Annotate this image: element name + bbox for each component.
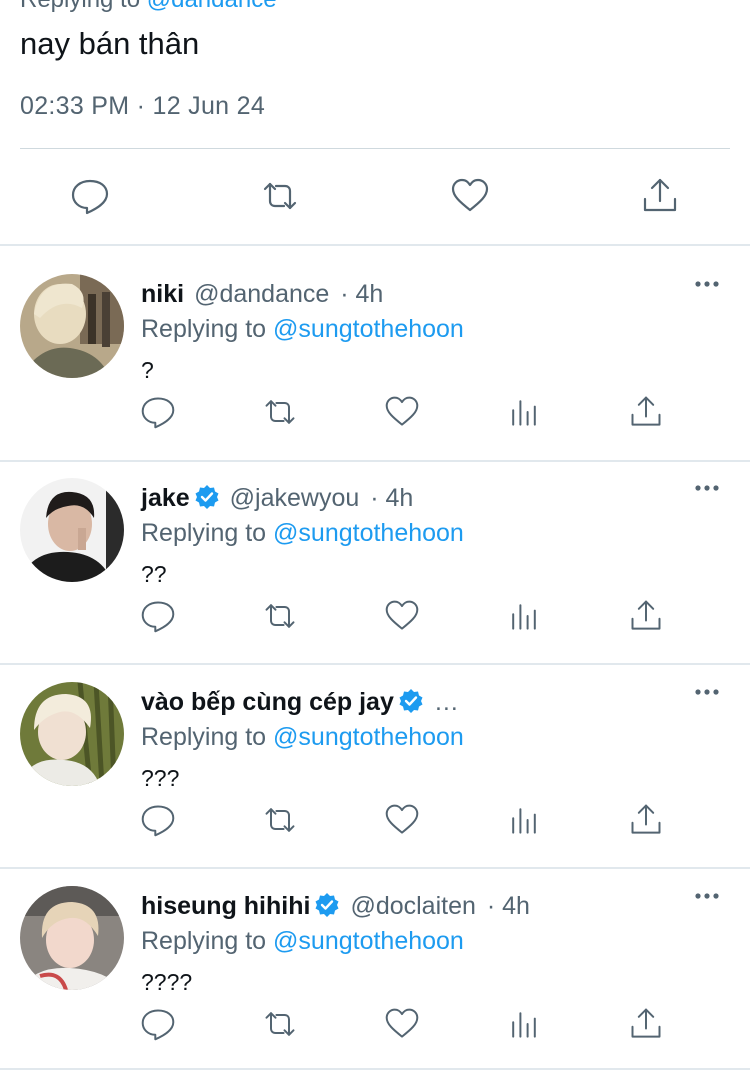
replying-to: Replying to @sungtothehoon — [141, 926, 464, 956]
replying-to-handle[interactable]: @sungtothehoon — [273, 723, 464, 751]
replying-to: Replying to @sungtothehoon — [141, 722, 464, 752]
bar-chart-icon[interactable] — [506, 598, 542, 634]
verified-badge-icon — [195, 485, 219, 509]
reply-text: ??? — [141, 765, 180, 791]
share-icon[interactable] — [628, 1006, 664, 1042]
share-icon[interactable] — [628, 394, 664, 430]
replying-to-handle[interactable]: @sungtothehoon — [273, 927, 464, 955]
speech-bubble-icon[interactable] — [140, 394, 176, 430]
bar-chart-icon[interactable] — [506, 394, 542, 430]
replying-to: Replying to @sungtothehoon — [141, 314, 464, 344]
display-name[interactable]: vào bếp cùng cép jay — [141, 688, 394, 716]
avatar[interactable] — [20, 274, 124, 378]
reply-text: ?? — [141, 561, 167, 587]
verified-badge-icon — [315, 893, 339, 917]
heart-icon[interactable] — [450, 176, 490, 216]
reply-text: ???? — [141, 969, 193, 995]
heart-icon[interactable] — [384, 598, 420, 634]
bar-chart-icon[interactable] — [506, 1006, 542, 1042]
heart-icon[interactable] — [384, 394, 420, 430]
reply-tweet[interactable]: vào bếp cùng cép jay … Replying to @sung… — [0, 654, 750, 858]
verified-badge-icon — [399, 689, 423, 713]
more-dots-icon[interactable] — [694, 478, 720, 498]
more-dots-icon[interactable] — [694, 682, 720, 702]
retweet-icon[interactable] — [260, 176, 300, 216]
speech-bubble-icon[interactable] — [140, 598, 176, 634]
main-tweet-action-bar — [0, 164, 750, 228]
user-handle[interactable]: @jakewyou — [230, 484, 360, 512]
reply-tweet[interactable]: jake @jakewyou · 4h Replying to @sungtot… — [0, 450, 750, 654]
replying-to-label: Replying to — [20, 0, 140, 13]
reply-time: · 4h — [370, 484, 414, 512]
speech-bubble-icon[interactable] — [140, 1006, 176, 1042]
avatar[interactable] — [20, 682, 124, 786]
share-icon[interactable] — [640, 176, 680, 216]
avatar[interactable] — [20, 886, 124, 990]
bar-chart-icon[interactable] — [506, 802, 542, 838]
display-name[interactable]: hiseung hihihi — [141, 892, 310, 920]
replying-to-handle[interactable]: @dandance — [147, 0, 277, 13]
reply-tweet[interactable]: hiseung hihihi @doclaiten · 4h Replying … — [0, 858, 750, 1062]
main-tweet-timestamp: 02:33 PM · 12 Jun 24 — [20, 92, 266, 120]
display-name[interactable]: niki — [141, 280, 184, 308]
reply-header: hiseung hihihi @doclaiten · 4h — [141, 891, 680, 921]
main-tweet-text: nay bán thân — [20, 26, 200, 61]
replying-to-handle[interactable]: @sungtothehoon — [273, 315, 464, 343]
heart-icon[interactable] — [384, 1006, 420, 1042]
user-handle[interactable]: @doclaiten — [350, 892, 475, 920]
retweet-icon[interactable] — [262, 1006, 298, 1042]
reply-header: vào bếp cùng cép jay … — [141, 687, 680, 717]
replying-to-label: Replying to — [141, 927, 267, 955]
replying-to-handle[interactable]: @sungtothehoon — [273, 519, 464, 547]
user-handle[interactable]: … — [434, 688, 459, 716]
user-handle[interactable]: @dandance — [194, 280, 329, 308]
retweet-icon[interactable] — [262, 598, 298, 634]
speech-bubble-icon[interactable] — [140, 802, 176, 838]
speech-bubble-icon[interactable] — [70, 176, 110, 216]
share-icon[interactable] — [628, 598, 664, 634]
reply-time: · 4h — [486, 892, 530, 920]
replying-to-label: Replying to — [141, 723, 267, 751]
retweet-icon[interactable] — [262, 802, 298, 838]
reply-text: ? — [141, 357, 154, 383]
section-divider — [0, 1068, 750, 1070]
main-tweet-replying-to: Replying to @dandance — [20, 0, 277, 14]
share-icon[interactable] — [628, 802, 664, 838]
more-dots-icon[interactable] — [694, 886, 720, 906]
reply-tweet[interactable]: niki @dandance · 4h Replying to @sungtoth… — [0, 246, 750, 450]
replying-to-label: Replying to — [141, 315, 267, 343]
avatar[interactable] — [20, 478, 124, 582]
replying-to: Replying to @sungtothehoon — [141, 518, 464, 548]
more-dots-icon[interactable] — [694, 274, 720, 294]
retweet-icon[interactable] — [262, 394, 298, 430]
reply-header: niki @dandance · 4h — [141, 279, 680, 309]
reply-header: jake @jakewyou · 4h — [141, 483, 680, 513]
replying-to-label: Replying to — [141, 519, 267, 547]
main-tweet-separator — [20, 148, 730, 149]
display-name[interactable]: jake — [141, 484, 190, 512]
reply-time: · 4h — [340, 280, 384, 308]
heart-icon[interactable] — [384, 802, 420, 838]
